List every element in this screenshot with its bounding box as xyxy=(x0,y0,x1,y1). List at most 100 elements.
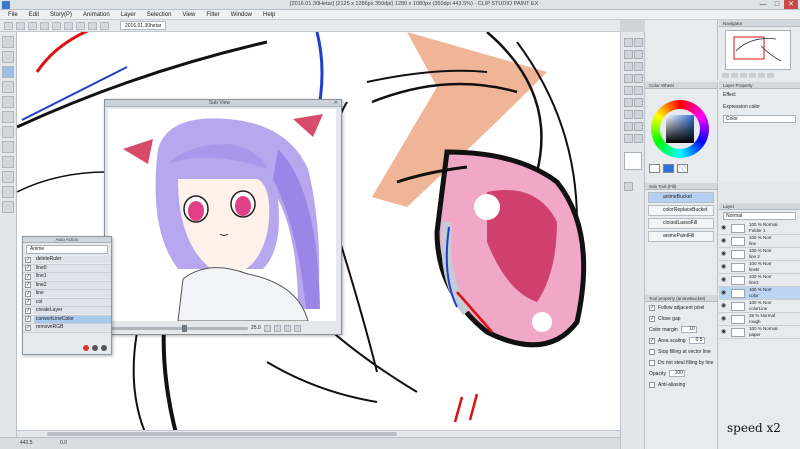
opacity-value[interactable]: 100 xyxy=(668,370,685,377)
auto-action-checkbox[interactable]: ✓ xyxy=(25,256,31,263)
tool-property-row[interactable]: Opacity 100 xyxy=(645,368,717,379)
figure-icon[interactable] xyxy=(624,110,633,119)
canvas-horizontal-scrollbar[interactable] xyxy=(17,430,620,437)
clear-icon[interactable] xyxy=(64,21,73,30)
auto-action-item[interactable]: ✓ deleteRuler xyxy=(23,256,111,265)
rotate-right-icon[interactable] xyxy=(758,73,765,78)
rotate-left-icon[interactable] xyxy=(749,73,756,78)
open-file-icon[interactable] xyxy=(16,21,25,30)
visibility-eye-icon[interactable]: ◉ xyxy=(721,290,727,296)
tool-property-checkbox[interactable] xyxy=(649,359,655,366)
tool-property-row[interactable]: Stop filling at vector line xyxy=(645,346,717,357)
brush-icon[interactable] xyxy=(624,74,633,83)
layer-row[interactable]: ◉ 100 % Norr colorLine xyxy=(719,300,800,313)
menu-help[interactable]: Help xyxy=(263,12,275,18)
zoom-icon[interactable] xyxy=(624,38,633,47)
menu-layer[interactable]: Layer xyxy=(121,12,136,18)
wand-icon[interactable] xyxy=(634,50,643,59)
scrollbar-thumb[interactable] xyxy=(47,432,397,436)
auto-action-checkbox[interactable]: ✓ xyxy=(25,265,31,272)
slider-knob[interactable] xyxy=(182,324,187,332)
visibility-eye-icon[interactable]: ◉ xyxy=(721,264,727,270)
record-icon[interactable] xyxy=(83,345,89,351)
layer-row[interactable]: ◉ 100 % Norr line xyxy=(719,235,800,248)
tool-property-row[interactable]: Color margin 10 xyxy=(645,324,717,335)
layer-row[interactable]: ◉ 39 % Normal rough xyxy=(719,313,800,326)
blend-mode-select[interactable]: Normal xyxy=(723,212,796,220)
area-scaling-value[interactable]: 0.5 xyxy=(688,337,705,344)
tool-property-checkbox[interactable]: ✓ xyxy=(649,337,655,344)
text-icon[interactable] xyxy=(634,110,643,119)
selection-icon[interactable] xyxy=(88,21,97,30)
sub-view-zoom-slider[interactable] xyxy=(108,324,248,332)
eyedropper-tool-icon[interactable] xyxy=(2,81,14,93)
main-color-swatch[interactable] xyxy=(649,164,660,173)
main-color-swatch[interactable] xyxy=(624,152,642,170)
pen-icon[interactable] xyxy=(624,62,633,71)
layer-row[interactable]: ◉ 100 % Normal Folder 1 xyxy=(719,222,800,235)
visibility-eye-icon[interactable]: ◉ xyxy=(721,329,727,335)
eraser-tool-icon[interactable] xyxy=(2,141,14,153)
menu-filter[interactable]: Filter xyxy=(206,12,219,18)
fill-icon[interactable] xyxy=(100,21,109,30)
visibility-eye-icon[interactable]: ◉ xyxy=(721,238,727,244)
navigator-thumbnail[interactable] xyxy=(725,30,791,70)
blend-tool-icon[interactable] xyxy=(2,156,14,168)
correct-line-icon[interactable] xyxy=(624,134,633,143)
auto-action-checkbox[interactable]: ✓ xyxy=(25,307,31,314)
tool-property-checkbox[interactable]: ✓ xyxy=(649,315,655,322)
visibility-eye-icon[interactable]: ◉ xyxy=(721,316,727,322)
visibility-eye-icon[interactable]: ◉ xyxy=(721,225,727,231)
fill-tool-icon[interactable] xyxy=(2,171,14,183)
menu-selection[interactable]: Selection xyxy=(147,12,172,18)
auto-action-checkbox[interactable]: ✓ xyxy=(25,324,31,331)
auto-action-checkbox[interactable]: ✓ xyxy=(25,290,31,297)
auto-action-checkbox[interactable]: ✓ xyxy=(25,282,31,289)
airbrush-icon[interactable] xyxy=(634,74,643,83)
sub-tool-item[interactable]: colorReplaceBucket xyxy=(648,205,714,216)
tool-property-checkbox[interactable]: ✓ xyxy=(649,304,655,311)
color-wheel[interactable] xyxy=(651,100,709,158)
sub-tool-item[interactable]: animePaintFill xyxy=(648,231,714,242)
auto-action-item[interactable]: ✓ removeRGB xyxy=(23,324,111,333)
tool-property-row[interactable]: Anti-aliasing xyxy=(645,379,717,390)
move-tool-icon[interactable] xyxy=(2,51,14,63)
auto-action-checkbox[interactable]: ✓ xyxy=(25,299,31,306)
sub-view-header[interactable]: Sub View ✕ xyxy=(105,100,341,107)
auto-action-checkbox[interactable]: ✓ xyxy=(25,273,31,280)
auto-action-item[interactable]: ✓ line2 xyxy=(23,281,111,290)
brush-tool-icon[interactable] xyxy=(2,126,14,138)
sub-color-icon[interactable] xyxy=(624,182,633,191)
maximize-button[interactable]: □ xyxy=(770,0,784,9)
tool-property-row[interactable]: Do not steal filling by line xyxy=(645,357,717,368)
lasso-icon[interactable] xyxy=(624,50,633,59)
visibility-eye-icon[interactable]: ◉ xyxy=(721,277,727,283)
saturation-value-square[interactable] xyxy=(666,115,694,143)
zoom-out-icon[interactable] xyxy=(273,324,281,332)
sub-color-swatch[interactable] xyxy=(663,164,674,173)
gradient-tool-icon[interactable] xyxy=(2,186,14,198)
layer-row[interactable]: ◉ 100 % Normal paper xyxy=(719,326,800,339)
operation-icon[interactable] xyxy=(634,134,643,143)
reference-image[interactable] xyxy=(108,109,336,321)
new-file-icon[interactable] xyxy=(4,21,13,30)
layer-row[interactable]: ◉ 100 % Norr line3 xyxy=(719,274,800,287)
auto-action-checkbox[interactable]: ✓ xyxy=(25,316,31,323)
pen-tool-icon[interactable] xyxy=(2,96,14,108)
visibility-eye-icon[interactable]: ◉ xyxy=(721,251,727,257)
blend-icon[interactable] xyxy=(634,86,643,95)
balloon-icon[interactable] xyxy=(624,122,633,131)
auto-action-item[interactable]: ✓ line1 xyxy=(23,273,111,282)
auto-action-item[interactable]: ✓ convertLineColor xyxy=(23,315,111,324)
auto-action-set-select[interactable]: Anime xyxy=(26,245,108,254)
pencil-tool-icon[interactable] xyxy=(2,111,14,123)
sub-tool-item[interactable]: closedLassoFill xyxy=(648,218,714,229)
fill-icon[interactable] xyxy=(624,98,633,107)
gradient-icon[interactable] xyxy=(634,98,643,107)
play-icon[interactable] xyxy=(92,345,98,351)
eraser-icon[interactable] xyxy=(624,86,633,95)
menu-animation[interactable]: Animation xyxy=(83,12,110,18)
layer-row[interactable]: ◉ 100 % Norr color xyxy=(719,287,800,300)
layer-row[interactable]: ◉ 100 % Norr line 2 xyxy=(719,248,800,261)
save-icon[interactable] xyxy=(28,21,37,30)
